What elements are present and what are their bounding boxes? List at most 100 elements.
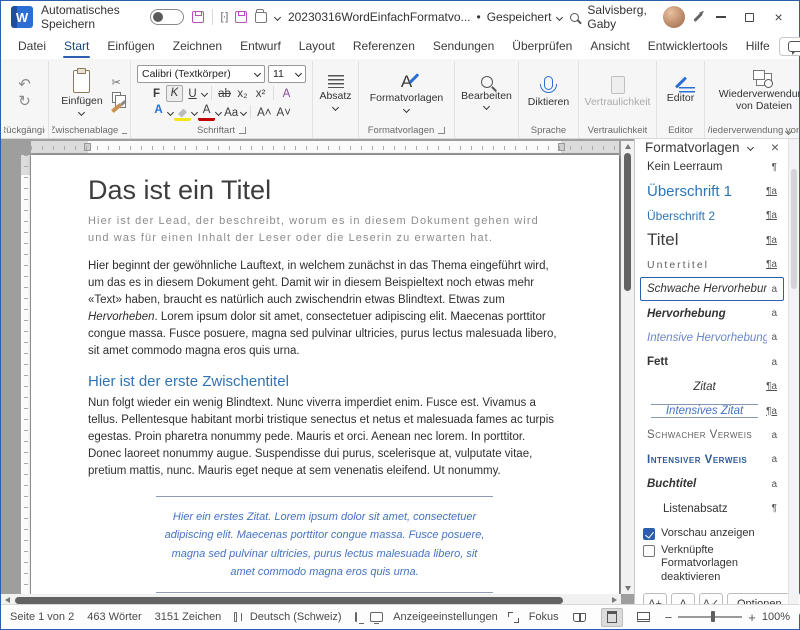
panel-scrollbar-thumb[interactable] <box>791 169 797 289</box>
open-folder-icon[interactable] <box>255 12 267 23</box>
change-case-button[interactable]: Aa <box>222 104 240 121</box>
font-name-select[interactable]: Calibri (Textkörper) <box>137 65 265 83</box>
tab-einfuegen[interactable]: Einfügen <box>98 34 163 58</box>
highlight-button[interactable] <box>174 104 191 121</box>
font-dialog-launcher-icon[interactable] <box>239 127 246 134</box>
vertical-scrollbar-thumb[interactable] <box>624 153 631 291</box>
zoom-slider[interactable] <box>678 616 742 618</box>
qat-customize-chevron-icon[interactable] <box>274 13 281 20</box>
editing-button[interactable]: Bearbeiten <box>457 75 516 110</box>
tab-referenzen[interactable]: Referenzen <box>344 34 424 58</box>
tab-sendungen[interactable]: Sendungen <box>424 34 503 58</box>
zoom-out-button[interactable]: − <box>665 611 673 624</box>
underline-chevron-icon[interactable] <box>201 89 208 96</box>
word-logo-icon[interactable]: W <box>11 6 33 28</box>
style-item-intensive-hervorhebung[interactable]: Intensive Hervorhebunga <box>640 326 784 350</box>
close-button[interactable]: × <box>768 6 789 28</box>
proofing-icon[interactable] <box>234 612 237 622</box>
scroll-up-icon[interactable] <box>625 144 631 149</box>
vertical-scrollbar[interactable] <box>621 141 634 594</box>
tab-zeichnen[interactable]: Zeichnen <box>164 34 231 58</box>
horizontal-scrollbar-thumb[interactable] <box>15 597 563 604</box>
format-painter-icon[interactable] <box>111 102 122 112</box>
style-item-intensives-zitat[interactable]: Intensives Zitat¶a <box>640 399 784 423</box>
style-item-fett[interactable]: Fetta <box>640 350 784 374</box>
strikethrough-button[interactable]: ab <box>216 85 233 102</box>
zoom-in-button[interactable]: + <box>748 611 756 624</box>
cut-icon[interactable]: ✂ <box>112 76 121 89</box>
style-item-listenabsatz[interactable]: Listenabsatz¶ <box>640 496 784 520</box>
style-item-ueberschrift-2[interactable]: Überschrift 2¶a <box>640 204 784 228</box>
grow-font-button[interactable]: A˄ <box>255 104 273 121</box>
reuse-files-button[interactable]: Wiederverwendung von Dateien <box>709 72 800 113</box>
styles-panel-close-icon[interactable]: × <box>771 139 779 155</box>
tab-hilfe[interactable]: Hilfe <box>737 34 779 58</box>
char-count[interactable]: 3151 Zeichen <box>155 611 222 623</box>
tab-ueberpruefen[interactable]: Überprüfen <box>503 34 581 58</box>
underline-button[interactable]: U <box>184 85 201 102</box>
subscript-button[interactable]: x₂ <box>234 85 251 102</box>
style-item-ueberschrift-1[interactable]: Überschrift 1¶a <box>640 179 784 203</box>
read-mode-button[interactable] <box>569 608 591 627</box>
styles-button[interactable]: A Formatvorlagen <box>366 72 448 112</box>
save-status-chevron-icon[interactable] <box>556 13 563 20</box>
accessibility-icon[interactable] <box>355 612 358 622</box>
indent-marker-left[interactable] <box>84 143 91 151</box>
search-icon[interactable] <box>570 13 579 22</box>
comments-button[interactable] <box>779 37 800 56</box>
display-settings-label[interactable]: Anzeigeeinstellungen <box>393 611 498 623</box>
text-effects-button[interactable]: A <box>150 104 167 121</box>
language-indicator[interactable]: Deutsch (Schweiz) <box>250 611 342 623</box>
superscript-button[interactable]: x² <box>252 85 269 102</box>
style-item-untertitel[interactable]: Untertitel¶a <box>640 253 784 277</box>
panel-scrollbar[interactable] <box>788 139 799 606</box>
tab-datei[interactable]: Datei <box>9 34 55 58</box>
italic-button[interactable]: K <box>166 85 183 102</box>
redo-icon[interactable]: ↻ <box>18 94 31 109</box>
preview-checkbox-row[interactable]: Vorschau anzeigen <box>643 527 781 541</box>
maximize-button[interactable] <box>740 6 761 28</box>
tab-ansicht[interactable]: Ansicht <box>581 34 638 58</box>
style-item-kein-leerraum[interactable]: Kein Leerraum¶ <box>640 155 784 179</box>
word-count[interactable]: 463 Wörter <box>87 611 141 623</box>
user-name[interactable]: Salvisberg, Gaby <box>587 3 655 31</box>
style-item-titel[interactable]: Titel¶a <box>640 228 784 252</box>
bold-button[interactable]: F <box>148 85 165 102</box>
tab-entwicklertools[interactable]: Entwicklertools <box>639 34 737 58</box>
font-color-chevron-icon[interactable] <box>215 108 222 115</box>
tab-layout[interactable]: Layout <box>290 34 344 58</box>
zoom-level[interactable]: 100% <box>762 611 790 623</box>
change-case-chevron-icon[interactable] <box>240 108 247 115</box>
clipboard-dialog-launcher-icon[interactable] <box>122 127 127 134</box>
scroll-right-icon[interactable] <box>612 597 617 603</box>
shrink-font-button[interactable]: A˅ <box>275 104 293 121</box>
scroll-down-icon[interactable] <box>625 586 631 591</box>
zoom-slider-thumb[interactable] <box>711 611 715 622</box>
style-item-hervorhebung[interactable]: Hervorhebunga <box>640 301 784 325</box>
style-item-intensiver-verweis[interactable]: Intensiver Verweisa <box>640 448 784 472</box>
autosave-toggle[interactable] <box>150 9 184 25</box>
quick-save-icon[interactable] <box>235 11 247 23</box>
style-item-schwache-hervorhebung[interactable]: Schwache Hervorhebunga <box>640 277 784 301</box>
paste-button[interactable]: Einfügen <box>57 69 106 115</box>
page-indicator[interactable]: Seite 1 von 2 <box>10 611 74 623</box>
style-item-zitat[interactable]: Zitat¶a <box>640 375 784 399</box>
disable-linked-checkbox[interactable] <box>643 545 655 557</box>
clear-formatting-button[interactable]: A <box>278 85 295 102</box>
font-size-select[interactable]: 11 <box>268 65 306 83</box>
preview-checkbox[interactable] <box>643 528 655 540</box>
style-item-schwacher-verweis[interactable]: Schwacher Verweisa <box>640 423 784 447</box>
sensitivity-button[interactable]: Vertraulichkeit <box>581 75 655 109</box>
text-effects-chevron-icon[interactable] <box>167 108 174 115</box>
avatar[interactable] <box>663 6 685 28</box>
undo-icon[interactable]: ↶ <box>18 77 31 92</box>
scroll-left-icon[interactable] <box>5 597 10 603</box>
print-layout-button[interactable] <box>601 608 623 627</box>
tab-entwurf[interactable]: Entwurf <box>231 34 290 58</box>
copy-icon[interactable] <box>112 92 121 103</box>
dictate-button[interactable]: Diktieren <box>524 75 573 109</box>
styles-dialog-launcher-icon[interactable] <box>438 127 445 134</box>
tab-start[interactable]: Start <box>55 34 98 58</box>
indent-marker-right[interactable] <box>558 143 565 151</box>
highlight-chevron-icon[interactable] <box>191 108 198 115</box>
